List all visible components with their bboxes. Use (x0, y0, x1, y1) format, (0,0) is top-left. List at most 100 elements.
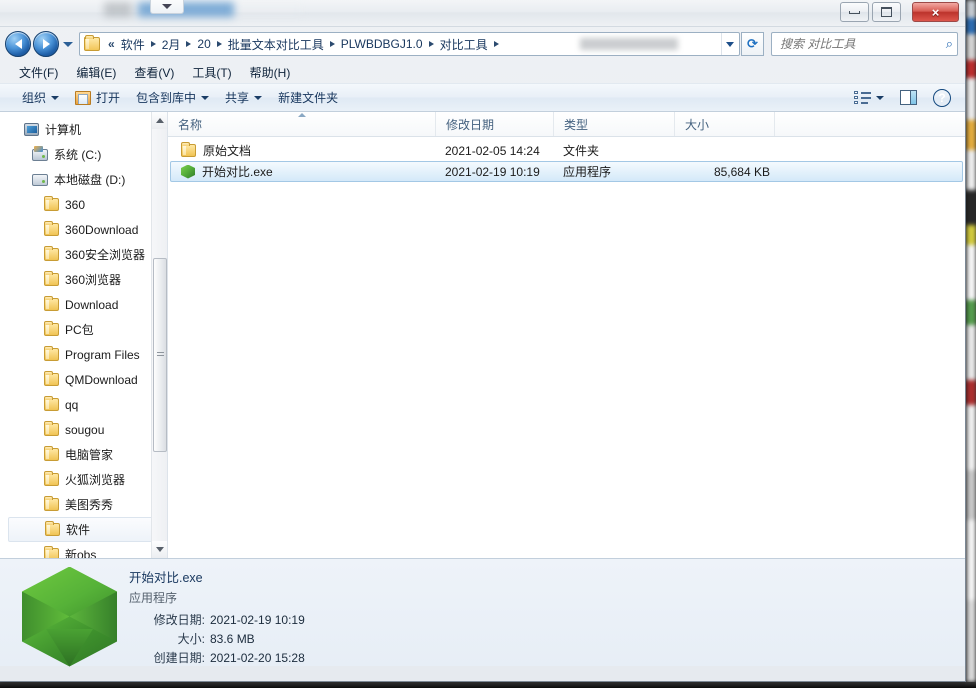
sidebar-item-360-safe-browser[interactable]: 360安全浏览器 (0, 242, 167, 267)
help-button[interactable]: ? (925, 86, 959, 110)
column-label: 修改日期 (446, 117, 495, 132)
search-input[interactable] (780, 37, 946, 51)
recent-pages-dropdown[interactable] (61, 31, 75, 57)
maximize-restore-button[interactable] (872, 2, 901, 22)
minimize-icon (849, 10, 860, 14)
view-options-button[interactable] (846, 88, 892, 107)
column-header-type[interactable]: 类型 (554, 112, 675, 136)
scrollbar-thumb[interactable] (153, 258, 167, 452)
organize-button[interactable]: 组织 (14, 86, 67, 109)
close-button[interactable]: × (912, 2, 959, 22)
sidebar-item-pcbao[interactable]: PC包 (0, 317, 167, 342)
breadcrumb-chevron-icon[interactable] (183, 41, 194, 47)
scroll-up-button[interactable] (152, 112, 167, 129)
breadcrumb-chevron-icon[interactable] (426, 41, 437, 47)
details-field-value: 2021-02-20 15:28 (210, 651, 305, 665)
preview-pane-button[interactable] (892, 87, 925, 108)
search-icon[interactable]: ⌕ (946, 36, 953, 52)
include-in-library-label: 包含到库中 (136, 91, 197, 105)
breadcrumb-overflow[interactable]: « (104, 35, 118, 53)
sidebar-item-360-browser[interactable]: 360浏览器 (0, 267, 167, 292)
file-type-cell: 应用程序 (563, 165, 612, 179)
sidebar-item-sougou[interactable]: sougou (0, 417, 167, 442)
breadcrumb-chevron-icon[interactable] (148, 41, 159, 47)
sidebar-item-firefox[interactable]: 火狐浏览器 (0, 467, 167, 492)
share-label: 共享 (225, 91, 250, 105)
column-header-name[interactable]: 名称 (168, 112, 436, 136)
search-box[interactable]: ⌕ (771, 32, 958, 56)
sidebar-item-label: 电脑管家 (65, 448, 114, 462)
sidebar-item-computer[interactable]: 计算机 (0, 117, 167, 142)
drive-icon (32, 173, 48, 186)
breadcrumb-item-tool[interactable]: 批量文本对比工具 (225, 34, 327, 55)
breadcrumb-item-20[interactable]: 20 (194, 35, 213, 53)
breadcrumb-item-ruanjian[interactable]: 软件 (118, 34, 148, 55)
include-in-library-button[interactable]: 包含到库中 (128, 86, 217, 109)
menu-help[interactable]: 帮助(H) (241, 62, 300, 83)
table-row[interactable]: 开始对比.exe 2021-02-19 10:19 应用程序 85,684 KB (170, 161, 963, 182)
sidebar-item-xinobs[interactable]: 新obs (0, 542, 167, 558)
minimize-button[interactable] (840, 2, 869, 22)
menu-view[interactable]: 查看(V) (125, 62, 183, 83)
share-button[interactable]: 共享 (217, 86, 270, 109)
breadcrumb-redacted-region (507, 38, 715, 50)
sidebar-item-label: PC包 (65, 323, 94, 337)
main-content: 计算机 系统 (C:) 本地磁盘 (D:) 360 360Download 36… (0, 112, 965, 558)
sidebar-item-label: sougou (65, 422, 105, 437)
menu-edit[interactable]: 编辑(E) (67, 62, 125, 83)
file-name-cell: 原始文档 (179, 142, 443, 159)
breadcrumb-item-plwbdbgj[interactable]: PLWBDBGJ1.0 (338, 35, 426, 53)
address-bar[interactable]: « 软件 2月 20 批量文本对比工具 PLWBDBGJ1.0 对比工具 (79, 32, 740, 56)
column-label: 类型 (564, 117, 589, 132)
column-header-date[interactable]: 修改日期 (436, 112, 554, 136)
view-list-icon (854, 91, 871, 104)
new-folder-button[interactable]: 新建文件夹 (270, 86, 346, 109)
sidebar-item-local-disk-d[interactable]: 本地磁盘 (D:) (0, 167, 167, 192)
open-button[interactable]: 打开 (67, 86, 128, 109)
navigation-tree: 计算机 系统 (C:) 本地磁盘 (D:) 360 360Download 36… (0, 112, 167, 558)
breadcrumb-item-2yue[interactable]: 2月 (159, 34, 184, 55)
menu-tools[interactable]: 工具(T) (183, 62, 240, 83)
file-rows: 原始文档 2021-02-05 14:24 文件夹 开始对比.exe 2021-… (168, 137, 965, 558)
hexagon-app-icon-large (22, 566, 117, 667)
sidebar-item-computer-manager[interactable]: 电脑管家 (0, 442, 167, 467)
title-bar[interactable]: × (0, 0, 965, 27)
details-pane: 开始对比.exe 应用程序 修改日期: 2021-02-19 10:19 大小:… (0, 0, 965, 667)
command-toolbar: 组织 打开 包含到库中 共享 新建文件夹 ? (0, 83, 965, 112)
chevron-down-icon (254, 95, 263, 100)
sidebar-item-qmdownload[interactable]: QMDownload (0, 367, 167, 392)
scroll-down-button[interactable] (152, 541, 167, 558)
sidebar-item-label: 新obs (65, 548, 97, 558)
sidebar-item-label: 美图秀秀 (65, 498, 114, 512)
address-dropdown-icon[interactable] (721, 33, 737, 55)
folder-icon (44, 221, 59, 236)
breadcrumb-chevron-icon[interactable] (491, 41, 502, 47)
sidebar-item-download[interactable]: Download (0, 292, 167, 317)
file-list-pane: 名称 修改日期 类型 大小 原始文档 2021-02-05 14:24 文件夹 … (168, 112, 965, 558)
menu-file[interactable]: 文件(F) (10, 62, 67, 83)
table-row[interactable]: 原始文档 2021-02-05 14:24 文件夹 (170, 140, 963, 161)
column-header-size[interactable]: 大小 (675, 112, 775, 136)
refresh-button[interactable]: ⟳ (741, 32, 764, 56)
sidebar-item-program-files[interactable]: Program Files (0, 342, 167, 367)
taskbar[interactable] (0, 682, 976, 688)
close-icon: × (931, 4, 940, 20)
sidebar-item-system-c[interactable]: 系统 (C:) (0, 142, 167, 167)
folder-icon (181, 142, 196, 157)
back-button[interactable] (5, 31, 31, 57)
breadcrumb-chevron-icon[interactable] (214, 41, 225, 47)
restore-icon (881, 7, 892, 17)
folder-icon (44, 371, 59, 386)
sidebar-item-360[interactable]: 360 (0, 192, 167, 217)
sidebar-item-qq[interactable]: qq (0, 392, 167, 417)
details-pane-collapse-handle[interactable] (150, 0, 184, 14)
sidebar-item-meitu[interactable]: 美图秀秀 (0, 492, 167, 517)
folder-icon (44, 321, 59, 336)
breadcrumb-chevron-icon[interactable] (327, 41, 338, 47)
sidebar-item-ruanjian[interactable]: 软件 (8, 517, 167, 542)
forward-button[interactable] (33, 31, 59, 57)
navigation-pane-scrollbar[interactable] (151, 112, 167, 558)
breadcrumb-item-duibigongju[interactable]: 对比工具 (437, 34, 491, 55)
help-icon: ? (933, 88, 951, 107)
sidebar-item-360download[interactable]: 360Download (0, 217, 167, 242)
